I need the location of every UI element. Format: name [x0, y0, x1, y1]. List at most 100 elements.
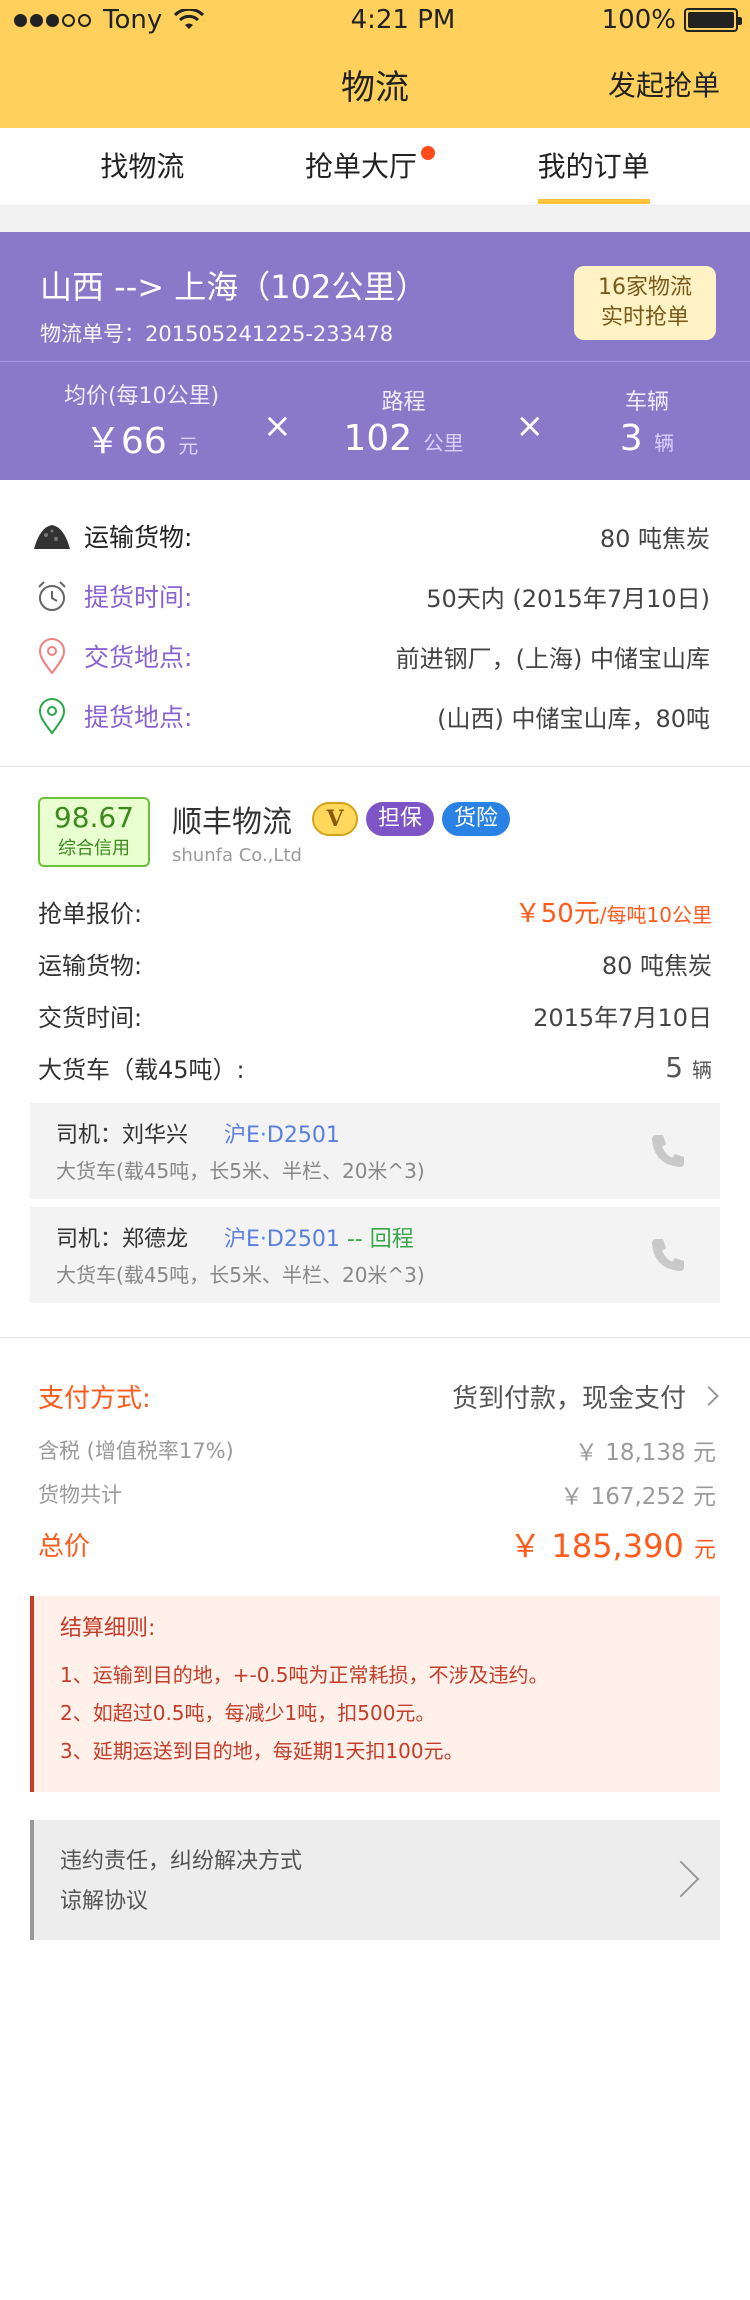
cargo-left: 交货地点:	[30, 634, 192, 678]
chevron-right-icon	[699, 1386, 719, 1406]
liability-link: 违约责任，纠纷解决方式	[60, 1849, 303, 1874]
cargo-row-pickup-place: 提货地点: (山西) 中储宝山库，80吨	[30, 686, 710, 746]
quote-details: 抢单报价: ￥50元/每吨10公里 运输货物: 80 吨焦炭 交货时间: 201…	[38, 885, 712, 1093]
quote-truck-row: 大货车（载45吨）: 5 辆	[38, 1041, 712, 1093]
cargo-goods-value: 80 吨焦炭	[599, 524, 710, 553]
coal-pile-icon	[30, 514, 74, 558]
payment-method-row[interactable]: 支付方式: 货到付款，现金支付	[38, 1364, 719, 1428]
agreement-link-card[interactable]: 违约责任，纠纷解决方式 谅解协议	[30, 1820, 720, 1940]
route-header: 山西 --> 上海（102公里） 物流单号：201505241225-23347…	[0, 232, 750, 362]
section-gap	[0, 206, 750, 232]
quote-price-row: 抢单报价: ￥50元/每吨10公里	[38, 885, 712, 937]
payment-method-value: 货到付款，现金支付	[451, 1383, 686, 1414]
vehicle-value: 3 辆	[594, 418, 700, 459]
company-name-row: 顺丰物流 V 担保 货险	[172, 797, 511, 841]
phone-icon[interactable]	[648, 1131, 688, 1171]
start-grab-order-button[interactable]: 发起抢单	[608, 64, 720, 104]
quote-price-amount: ￥50元	[514, 898, 600, 929]
company-name[interactable]: 顺丰物流	[172, 797, 292, 841]
tab-grab-hall[interactable]: 抢单大厅	[304, 128, 435, 206]
tab-label: 抢单大厅	[304, 149, 417, 183]
total-price-label: 总价	[38, 1531, 91, 1562]
battery-icon	[683, 8, 742, 32]
nav-bar: 物流 发起抢单	[0, 40, 750, 128]
total-price-row: 总价 ￥ 185,390 元	[38, 1516, 716, 1572]
tab-bar: 找物流 抢单大厅 我的订单	[0, 128, 750, 206]
driver-card[interactable]: 司机：郑德龙 沪E·D2501 -- 回程 大货车(载45吨，长5米、半栏、20…	[30, 1207, 720, 1303]
credit-score-badge: 98.67 综合信用	[38, 797, 150, 867]
rule-item: 2、如超过0.5吨，每减少1吨，扣500元。	[60, 1701, 436, 1725]
goods-total-label: 货物共计	[38, 1483, 122, 1507]
payment-method-label: 支付方式:	[38, 1383, 151, 1414]
cargo-left: 运输货物:	[30, 514, 192, 558]
quote-goods-row: 运输货物: 80 吨焦炭	[38, 937, 712, 989]
signal-strength-icon	[14, 13, 91, 27]
app-header: Tony 4:21 PM 100% 物流 发起抢单	[0, 0, 750, 128]
total-price-value: ￥ 185,390 元	[509, 1521, 716, 1567]
tab-my-orders[interactable]: 我的订单	[537, 128, 650, 206]
quote-delivery-label: 交货时间:	[38, 1003, 143, 1032]
avg-price-label: 均价(每10公里)	[63, 384, 220, 409]
tax-value: ￥ 18,138 元	[574, 1440, 716, 1466]
cargo-row-goods: 运输货物: 80 吨焦炭	[30, 506, 710, 566]
pickup-time-label: 提货时间:	[84, 583, 193, 612]
truck-count-number: 5	[665, 1050, 684, 1084]
goods-total-row: 货物共计 ￥ 167,252 元	[38, 1472, 716, 1516]
company-english-name: shunfa Co.,Ltd	[172, 845, 302, 866]
return-trip-label: -- 回程	[346, 1227, 414, 1252]
notification-dot	[420, 145, 435, 160]
verified-icon: V	[312, 802, 358, 836]
avg-price-unit: 元	[178, 434, 199, 458]
driver-vehicle-desc: 大货车(载45吨，长5米、半栏、20米^3)	[56, 1159, 425, 1183]
distance-stat: 路程 102 公里	[322, 384, 486, 459]
realtime-grab-button[interactable]: 16家物流 实时抢单	[574, 266, 716, 340]
status-time: 4:21 PM	[350, 5, 456, 35]
cargo-goods-label: 运输货物:	[84, 523, 193, 552]
multiply-icon: ×	[263, 406, 292, 446]
distance-unit: 公里	[423, 430, 464, 455]
delivery-place-value: 前进钢厂，(上海) 中储宝山库	[395, 644, 710, 673]
cargo-row-delivery-place: 交货地点: 前进钢厂，(上海) 中储宝山库	[30, 626, 710, 686]
driver-plate: 沪E·D2501	[224, 1227, 340, 1252]
credit-score-label: 综合信用	[58, 838, 130, 859]
battery-level	[687, 12, 734, 28]
company-quote: 98.67 综合信用 顺丰物流 V 担保 货险 shunfa Co.,Ltd 抢…	[0, 767, 750, 1303]
quote-price-value: ￥50元/每吨10公里	[515, 893, 712, 930]
payment-section: 支付方式: 货到付款，现金支付 含税 (增值税率17%) ￥ 18,138 元 …	[0, 1338, 750, 1572]
distance-value: 102 公里	[322, 418, 486, 459]
quote-price-suffix: /每吨10公里	[599, 902, 712, 927]
rule-item: 1、运输到目的地，+-0.5吨为正常耗损，不涉及违约。	[60, 1663, 549, 1687]
distance-label: 路程	[381, 389, 426, 415]
driver-line: 司机：郑德龙 沪E·D2501 -- 回程	[56, 1221, 694, 1253]
status-bar: Tony 4:21 PM 100%	[0, 0, 750, 40]
quote-delivery-row: 交货时间: 2015年7月10日	[38, 989, 712, 1041]
driver-card[interactable]: 司机：刘华兴 沪E·D2501 大货车(载45吨，长5米、半栏、20米^3)	[30, 1103, 720, 1199]
insurance-tag: 货险	[442, 802, 511, 836]
multiply-icon: ×	[515, 406, 544, 446]
route-stats: 均价(每10公里) ￥66 元 × 路程 102 公里 × 车辆 3 辆	[0, 362, 750, 480]
cargo-left: 提货时间:	[30, 574, 192, 618]
total-price-unit: 元	[693, 1538, 716, 1563]
total-price-amount: ￥ 185,390	[509, 1527, 684, 1565]
quote-goods-label: 运输货物:	[38, 951, 143, 980]
truck-count-unit: 辆	[692, 1057, 712, 1082]
tax-label: 含税 (增值税率17%)	[38, 1439, 234, 1463]
settlement-rules: 结算细则: 1、运输到目的地，+-0.5吨为正常耗损，不涉及违约。 2、如超过0…	[30, 1596, 720, 1792]
page-title: 物流	[341, 67, 409, 108]
phone-icon[interactable]	[648, 1235, 688, 1275]
driver-line: 司机：刘华兴 沪E·D2501	[56, 1117, 694, 1149]
agreement-link: 谅解协议	[60, 1889, 149, 1914]
tab-label: 我的订单	[537, 149, 650, 183]
vehicle-stat: 车辆 3 辆	[594, 384, 700, 459]
avg-price-value: ￥66 元	[50, 412, 233, 464]
cargo-info: 运输货物: 80 吨焦炭 提货时间: 50天内 (2015年7月10日) 交货地…	[0, 480, 750, 767]
vehicle-number: 3	[619, 417, 643, 459]
quote-delivery-value: 2015年7月10日	[533, 1003, 712, 1032]
cargo-left: 提货地点:	[30, 694, 192, 738]
tab-find-logistics[interactable]: 找物流	[100, 128, 184, 206]
rule-item: 3、延期运送到目的地，每延期1天扣100元。	[60, 1739, 464, 1763]
cargo-row-pickup-time: 提货时间: 50天内 (2015年7月10日)	[30, 566, 710, 626]
truck-count: 5 辆	[665, 1051, 712, 1084]
battery-percent: 100%	[601, 5, 676, 35]
goods-total-value: ￥ 167,252 元	[560, 1484, 716, 1510]
